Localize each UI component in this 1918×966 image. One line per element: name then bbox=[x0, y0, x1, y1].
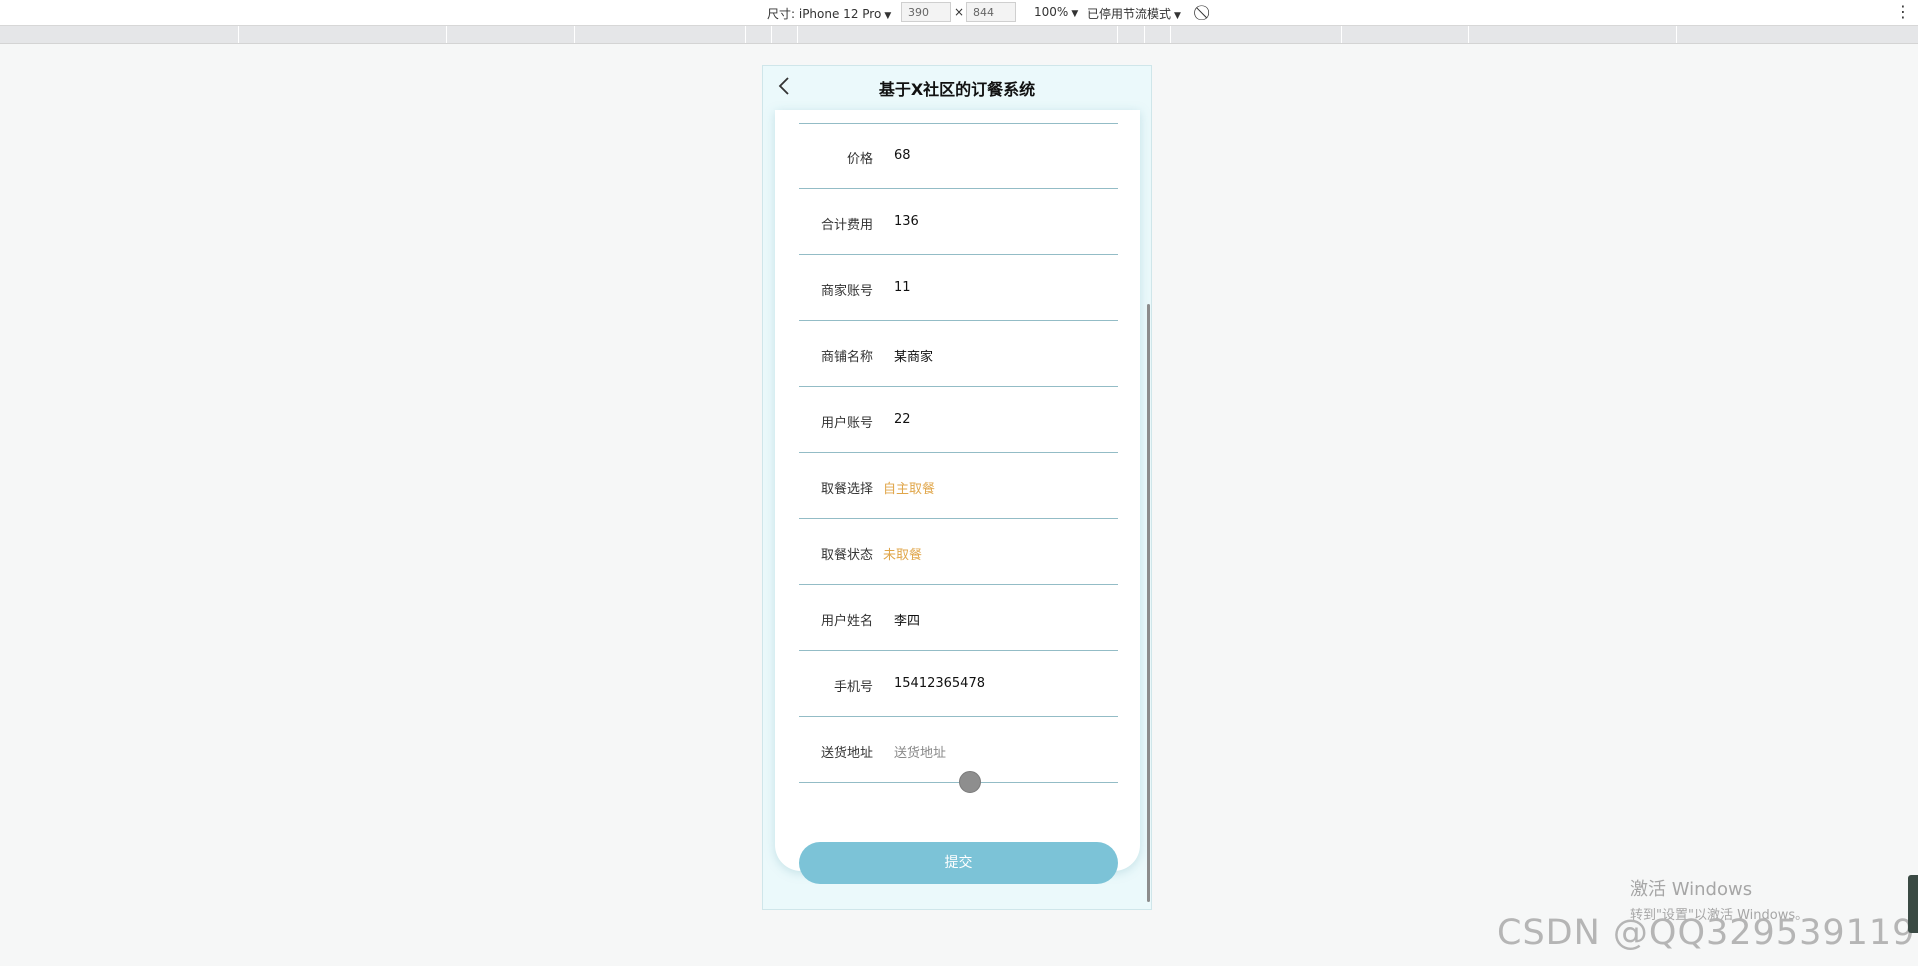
zoom-label: 100% bbox=[1034, 5, 1069, 19]
form-row-user-account: 用户账号 22 bbox=[799, 387, 1118, 453]
csdn-watermark: CSDN @QQ3295391197 bbox=[1497, 913, 1918, 953]
media-query-ruler bbox=[0, 26, 1918, 44]
submit-button[interactable]: 提交 bbox=[799, 842, 1118, 884]
field-label: 用户账号 bbox=[820, 416, 873, 431]
form-row-total: 合计费用 136 bbox=[799, 189, 1118, 255]
phone-field[interactable]: 15412365478 bbox=[894, 676, 985, 691]
form-row-pickup-choice: 取餐选择 自主取餐 bbox=[799, 453, 1118, 519]
throttle-select[interactable]: 已停用节流模式 ▼ bbox=[1087, 5, 1181, 22]
device-select[interactable]: 尺寸: iPhone 12 Pro ▼ bbox=[767, 5, 891, 22]
pickup-choice-select[interactable]: 自主取餐 bbox=[883, 478, 935, 497]
chevron-down-icon: ▼ bbox=[884, 11, 892, 21]
total-field[interactable]: 136 bbox=[894, 214, 919, 229]
throttle-label: 已停用节流模式 bbox=[1087, 7, 1172, 21]
form-row-pickup-status: 取餐状态 未取餐 bbox=[799, 519, 1118, 585]
shop-name-field[interactable]: 某商家 bbox=[894, 346, 933, 365]
order-form: 价格 68 合计费用 136 商家账号 11 商铺名称 某商家 用户账号 22 … bbox=[775, 110, 1140, 884]
field-label: 用户姓名 bbox=[820, 614, 873, 629]
merchant-account-field[interactable]: 11 bbox=[894, 280, 911, 295]
touch-cursor-indicator bbox=[959, 771, 981, 793]
phone-viewport: 基于X社区的订餐系统 价格 68 合计费用 136 商家账号 11 商铺名称 某… bbox=[762, 65, 1152, 910]
user-name-field[interactable]: 李四 bbox=[894, 610, 920, 629]
dimension-times: × bbox=[954, 5, 965, 19]
height-input[interactable]: 844 bbox=[966, 2, 1016, 22]
chevron-down-icon: ▼ bbox=[1174, 11, 1181, 21]
address-field[interactable]: 送货地址 bbox=[894, 742, 946, 761]
field-label: 取餐状态 bbox=[820, 548, 873, 563]
more-menu-icon[interactable]: ⋮ bbox=[1895, 2, 1911, 21]
field-label: 手机号 bbox=[833, 680, 873, 695]
field-label: 商铺名称 bbox=[820, 350, 873, 365]
form-row-address: 送货地址 送货地址 bbox=[799, 717, 1118, 783]
field-label: 合计费用 bbox=[820, 218, 873, 233]
devtools-toolbar: 尺寸: iPhone 12 Pro ▼ 390 × 844 100% ▼ 已停用节流… bbox=[0, 0, 1918, 26]
device-label: 尺寸: iPhone 12 Pro bbox=[767, 7, 882, 21]
scrollbar[interactable] bbox=[1147, 304, 1150, 902]
field-label: 价格 bbox=[846, 152, 873, 167]
side-widget[interactable] bbox=[1908, 875, 1918, 933]
form-row-user-name: 用户姓名 李四 bbox=[799, 585, 1118, 651]
width-input[interactable]: 390 bbox=[901, 2, 951, 22]
watermark-title: 激活 Windows bbox=[1630, 879, 1753, 900]
field-label: 商家账号 bbox=[820, 284, 873, 299]
form-row-hidden bbox=[799, 66, 1118, 124]
form-row-shop-name: 商铺名称 某商家 bbox=[799, 321, 1118, 387]
form-row-price: 价格 68 bbox=[799, 123, 1118, 189]
field-label: 送货地址 bbox=[820, 746, 873, 761]
field-label: 取餐选择 bbox=[820, 482, 873, 497]
form-row-merchant-account: 商家账号 11 bbox=[799, 255, 1118, 321]
user-account-field[interactable]: 22 bbox=[894, 412, 911, 427]
chevron-down-icon: ▼ bbox=[1071, 9, 1079, 19]
form-row-phone: 手机号 15412365478 bbox=[799, 651, 1118, 717]
price-field[interactable]: 68 bbox=[894, 148, 911, 163]
pickup-status-select[interactable]: 未取餐 bbox=[883, 544, 922, 563]
zoom-select[interactable]: 100% ▼ bbox=[1034, 5, 1078, 19]
